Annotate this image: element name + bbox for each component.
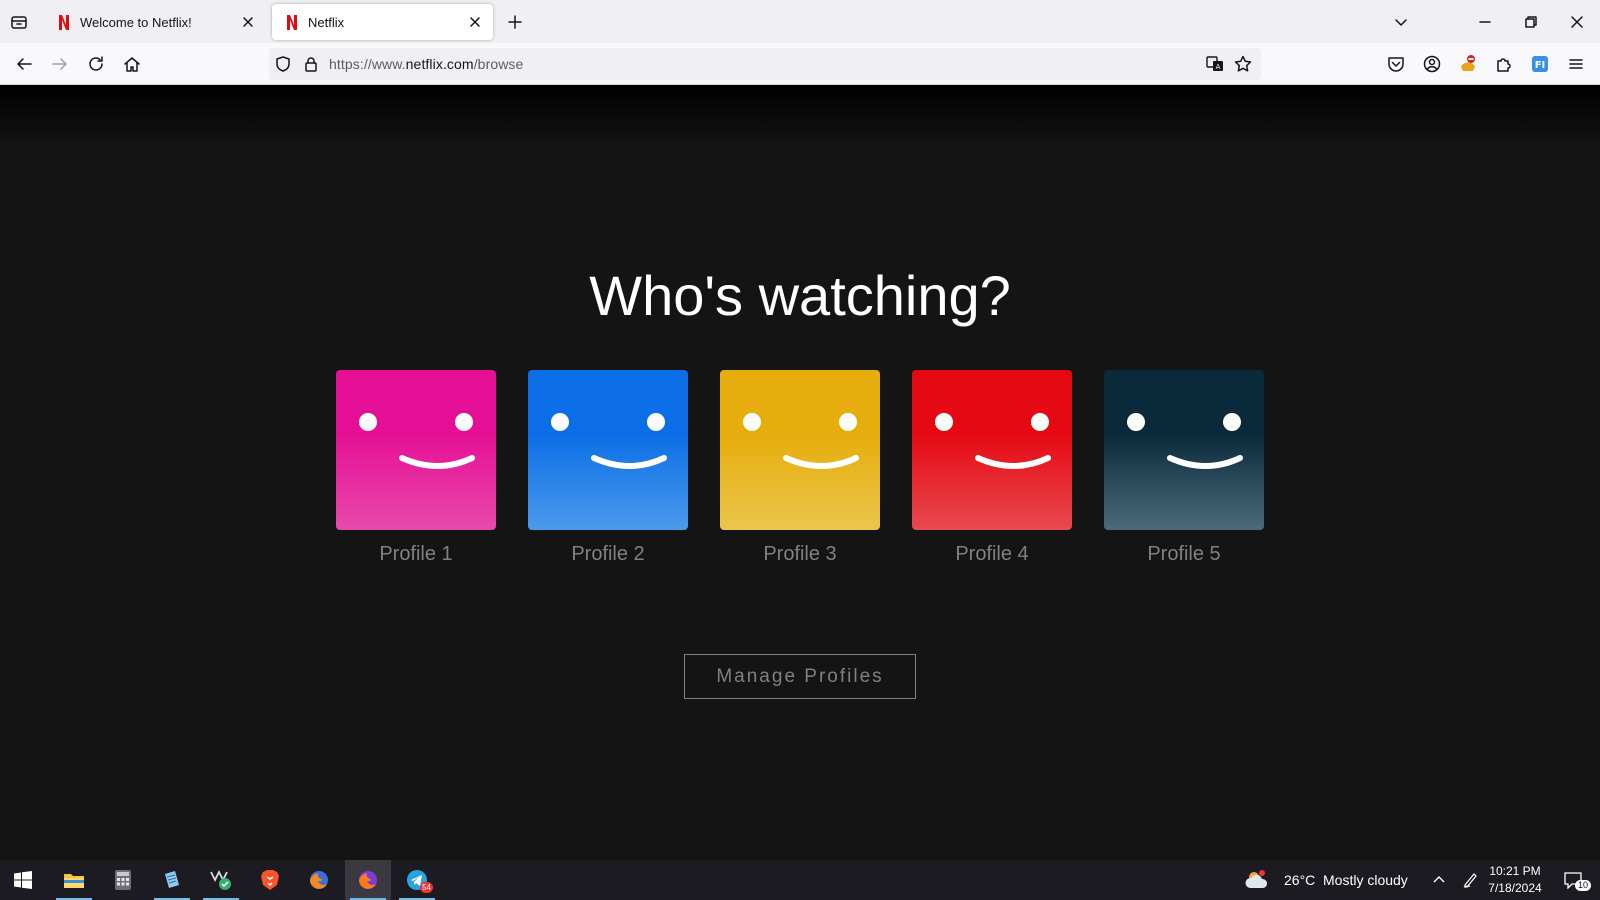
right-eye [1031, 413, 1049, 431]
netflix-logo-icon [284, 14, 300, 30]
smiley-face-icon [1127, 413, 1243, 469]
browser-tab-bar: Welcome to Netflix! Netflix [0, 0, 1600, 43]
vpn-shield-check-icon[interactable] [198, 860, 244, 900]
page-title: Who's watching? [589, 264, 1011, 327]
tab-netflix[interactable]: Netflix [272, 4, 493, 40]
telegram-unread-badge: 54 [420, 882, 433, 893]
clock-time: 10:21 PM [1489, 864, 1541, 878]
left-eye [935, 413, 953, 431]
profile-1[interactable]: Profile 1 [336, 370, 496, 566]
back-arrow-icon[interactable] [10, 50, 38, 78]
weather-condition[interactable]: Mostly cloudy [1323, 872, 1408, 888]
page-header [0, 85, 1600, 149]
profile-avatar[interactable] [1104, 370, 1264, 530]
firefox-alt-icon[interactable] [296, 860, 342, 900]
tab-title: Welcome to Netflix! [80, 14, 192, 30]
notification-count-badge: 10 [1575, 880, 1592, 891]
file-explorer-icon[interactable] [51, 860, 97, 900]
windows-start-icon[interactable] [0, 860, 46, 900]
left-eye [359, 413, 377, 431]
right-eye [647, 413, 665, 431]
restore-icon[interactable] [1517, 8, 1545, 36]
right-eye [455, 413, 473, 431]
minimize-icon[interactable] [1471, 8, 1499, 36]
profile-5[interactable]: Profile 5 [1104, 370, 1264, 566]
left-eye [1127, 413, 1145, 431]
profile-4[interactable]: Profile 4 [912, 370, 1072, 566]
profile-avatar[interactable] [720, 370, 880, 530]
smile-mouth [975, 455, 1051, 469]
smile-mouth [1167, 455, 1243, 469]
hamburger-menu-icon[interactable] [1562, 50, 1590, 78]
windows-taskbar: 54 26°C Mostly cloudy 10:21 PM 7/18/2024… [0, 860, 1600, 900]
right-eye [1223, 413, 1241, 431]
clock-date: 7/18/2024 [1488, 881, 1542, 895]
netflix-profile-gate: Who's watching? Profile 1 Profile 2 Prof… [0, 85, 1600, 860]
extensions-puzzle-icon[interactable] [1490, 50, 1518, 78]
profile-avatar[interactable] [336, 370, 496, 530]
url-text[interactable]: https://www.netflix.com/browse [329, 56, 523, 72]
show-hidden-icons-chevron-icon[interactable] [1424, 860, 1454, 900]
profile-name[interactable]: Profile 1 [336, 543, 496, 566]
new-tab-plus-icon[interactable] [503, 10, 527, 34]
profile-2[interactable]: Profile 2 [528, 370, 688, 566]
lock-icon[interactable] [301, 54, 321, 74]
browser-nav-bar: https://www.netflix.com/browse A FI [0, 43, 1600, 85]
bookmark-star-icon[interactable] [1233, 54, 1253, 74]
reload-icon[interactable] [82, 50, 110, 78]
smile-mouth [783, 455, 859, 469]
notepad-icon[interactable] [149, 860, 195, 900]
url-bar[interactable]: https://www.netflix.com/browse A [269, 48, 1261, 80]
profile-name[interactable]: Profile 5 [1104, 543, 1264, 566]
profile-name[interactable]: Profile 4 [912, 543, 1072, 566]
tab-welcome-to-netflix[interactable]: Welcome to Netflix! [44, 4, 266, 40]
tab-close-icon[interactable] [236, 10, 260, 34]
profile-name[interactable]: Profile 3 [720, 543, 880, 566]
svg-text:FI: FI [1535, 60, 1546, 71]
account-icon[interactable] [1418, 50, 1446, 78]
telegram-icon[interactable]: 54 [394, 860, 440, 900]
left-eye [743, 413, 761, 431]
profile-avatar[interactable] [528, 370, 688, 530]
manage-profiles-button[interactable]: Manage Profiles [684, 654, 916, 699]
home-icon[interactable] [118, 50, 146, 78]
smile-mouth [399, 455, 475, 469]
list-all-tabs-chevron-icon[interactable] [1387, 8, 1415, 36]
profile-avatar[interactable] [912, 370, 1072, 530]
translate-icon[interactable]: A [1205, 54, 1225, 74]
smiley-face-icon [743, 413, 859, 469]
weather-temperature[interactable]: 26°C [1284, 872, 1315, 888]
tab-close-icon[interactable] [463, 10, 487, 34]
right-eye [839, 413, 857, 431]
weather-cloud-icon[interactable] [1240, 860, 1274, 900]
profile-list: Profile 1 Profile 2 Profile 3 Profile 4 … [336, 370, 1264, 580]
smiley-face-icon [359, 413, 475, 469]
tab-title: Netflix [308, 14, 345, 30]
smile-mouth [591, 455, 667, 469]
forward-arrow-icon[interactable] [46, 50, 74, 78]
left-eye [551, 413, 569, 431]
calculator-icon[interactable] [100, 860, 146, 900]
notification-center-icon[interactable]: 10 [1553, 860, 1593, 900]
smiley-face-icon [551, 413, 667, 469]
tracking-shield-icon[interactable] [273, 54, 293, 74]
smiley-face-icon [935, 413, 1051, 469]
fi-extension-icon[interactable]: FI [1526, 50, 1554, 78]
svg-text:A: A [1216, 63, 1221, 71]
tab-list-icon[interactable] [8, 11, 30, 33]
brave-browser-icon[interactable] [247, 860, 293, 900]
taskbar-clock[interactable]: 10:21 PM 7/18/2024 [1480, 863, 1550, 897]
profile-name[interactable]: Profile 2 [528, 543, 688, 566]
pocket-icon[interactable] [1382, 50, 1410, 78]
extension-badge-icon[interactable] [1454, 50, 1482, 78]
netflix-logo-icon [56, 14, 72, 30]
profile-3[interactable]: Profile 3 [720, 370, 880, 566]
firefox-icon[interactable] [345, 860, 391, 900]
close-window-icon[interactable] [1563, 8, 1591, 36]
